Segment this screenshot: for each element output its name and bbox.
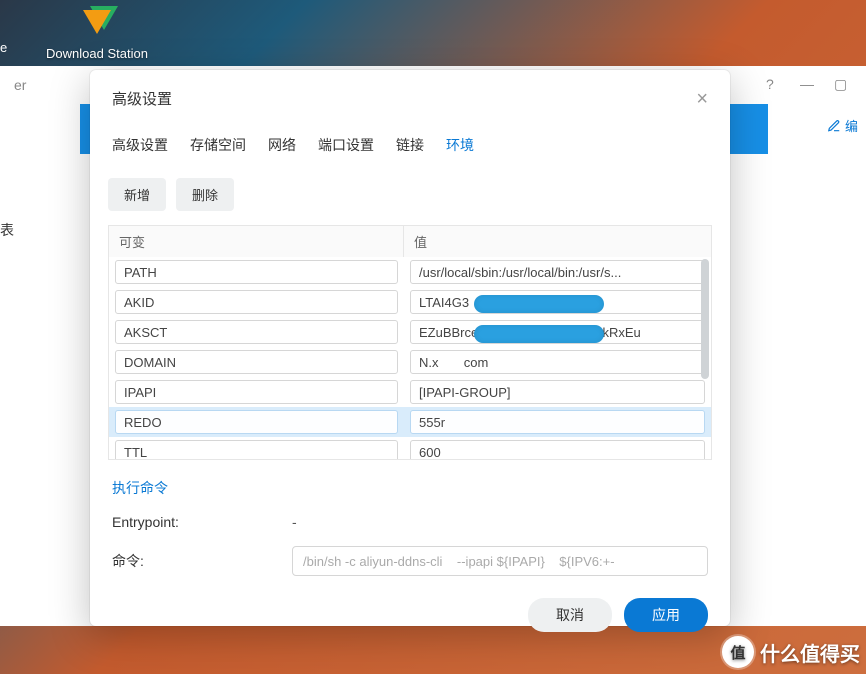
table-row[interactable]: [109, 287, 711, 317]
table-row[interactable]: [109, 437, 711, 459]
tab-2[interactable]: 网络: [268, 135, 296, 167]
column-value: 值: [404, 226, 711, 257]
watermark: 值 什么值得买: [722, 636, 860, 668]
table-row[interactable]: [109, 257, 711, 287]
modal-title: 高级设置: [112, 88, 172, 109]
env-table: 可变 值: [108, 225, 712, 460]
tab-3[interactable]: 端口设置: [318, 135, 374, 167]
entrypoint-row: Entrypoint: -: [112, 514, 708, 530]
env-key-input[interactable]: [115, 380, 398, 404]
env-toolbar: 新增 删除: [90, 168, 730, 225]
redaction-overlay: [474, 295, 604, 313]
env-value-input[interactable]: [410, 410, 705, 434]
exec-section-title: 执行命令: [112, 478, 708, 498]
table-row[interactable]: [109, 317, 711, 347]
table-row[interactable]: [109, 407, 711, 437]
command-row: 命令:: [112, 546, 708, 576]
env-key-input[interactable]: [115, 410, 398, 434]
modal-footer: 取消 应用: [90, 584, 730, 650]
command-input[interactable]: [292, 546, 708, 576]
cancel-button[interactable]: 取消: [528, 598, 612, 632]
apply-button[interactable]: 应用: [624, 598, 708, 632]
close-icon[interactable]: ×: [696, 89, 708, 109]
env-key-input[interactable]: [115, 320, 398, 344]
delete-button[interactable]: 删除: [176, 178, 234, 211]
tab-5[interactable]: 环境: [446, 135, 474, 167]
modal-header: 高级设置 ×: [90, 70, 730, 125]
modal-overlay: 高级设置 × 高级设置存储空间网络端口设置链接环境 新增 删除 可变 值 执行命…: [0, 0, 866, 674]
scrollbar-thumb[interactable]: [701, 259, 709, 379]
advanced-settings-modal: 高级设置 × 高级设置存储空间网络端口设置链接环境 新增 删除 可变 值 执行命…: [90, 70, 730, 626]
env-value-input[interactable]: [410, 350, 705, 374]
entrypoint-label: Entrypoint:: [112, 514, 292, 530]
env-value-input[interactable]: [410, 380, 705, 404]
env-value-input[interactable]: [410, 440, 705, 459]
modal-tabs: 高级设置存储空间网络端口设置链接环境: [90, 125, 730, 168]
env-value-input[interactable]: [410, 260, 705, 284]
entrypoint-value: -: [292, 514, 297, 530]
env-key-input[interactable]: [115, 350, 398, 374]
tab-1[interactable]: 存储空间: [190, 135, 246, 167]
redaction-overlay: [474, 325, 604, 343]
watermark-text: 什么值得买: [760, 638, 860, 667]
env-table-body: [109, 257, 711, 459]
scrollbar-track[interactable]: [701, 259, 709, 457]
add-button[interactable]: 新增: [108, 178, 166, 211]
command-label: 命令:: [112, 551, 292, 571]
watermark-badge-icon: 值: [722, 636, 754, 668]
env-key-input[interactable]: [115, 290, 398, 314]
tab-4[interactable]: 链接: [396, 135, 424, 167]
table-row[interactable]: [109, 377, 711, 407]
column-key: 可变: [109, 226, 404, 257]
env-table-header: 可变 值: [109, 226, 711, 257]
tab-0[interactable]: 高级设置: [112, 135, 168, 167]
env-key-input[interactable]: [115, 260, 398, 284]
table-row[interactable]: [109, 347, 711, 377]
env-key-input[interactable]: [115, 440, 398, 459]
